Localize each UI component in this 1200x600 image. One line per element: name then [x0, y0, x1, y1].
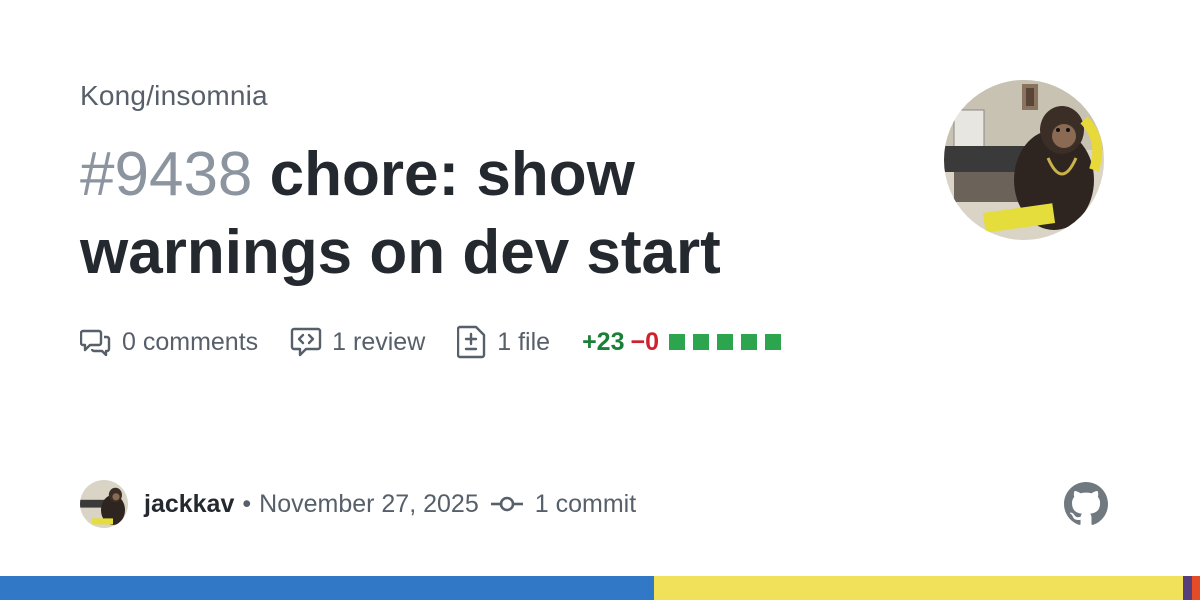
diff-block [717, 334, 734, 350]
pr-stats: 0 comments 1 review 1 file +23 −0 [80, 322, 821, 362]
diff-blocks [669, 334, 789, 350]
author-name[interactable]: jackkav [144, 490, 234, 519]
diff-block [765, 334, 782, 350]
language-segment [0, 576, 654, 600]
comments-stat[interactable]: 0 comments [80, 328, 258, 357]
separator-dot: • [242, 489, 252, 518]
git-commit-icon [490, 496, 523, 512]
language-segment [1191, 576, 1200, 600]
language-segment [1183, 576, 1192, 600]
diff-block [741, 334, 758, 350]
diff-stat: +23 −0 [582, 328, 789, 357]
pr-footer: jackkav • November 27, 2025 1 commit [80, 480, 636, 528]
reviews-count: 1 review [332, 327, 426, 356]
pr-title: #9438 chore: show warnings on dev start [80, 136, 840, 292]
code-review-icon [290, 327, 322, 357]
comment-discussion-icon [80, 329, 111, 356]
pr-number[interactable]: #9438 [80, 140, 252, 209]
additions-count: +23 [582, 327, 625, 356]
pr-date: November 27, 2025 [259, 489, 479, 518]
author-avatar-large[interactable] [944, 80, 1104, 240]
diff-block [669, 334, 686, 350]
avatar-photo-icon [944, 80, 1104, 240]
language-strip [0, 576, 1200, 600]
comments-count: 0 comments [122, 327, 259, 356]
author-avatar-small[interactable] [80, 480, 128, 528]
repo-name[interactable]: Kong/insomnia [80, 80, 268, 112]
github-mark-icon[interactable] [1064, 482, 1108, 526]
diff-block [693, 334, 710, 350]
files-stat[interactable]: 1 file [457, 325, 550, 359]
reviews-stat[interactable]: 1 review [290, 327, 425, 357]
pr-social-card: Kong/insomnia #9438 chore: show warnings… [0, 0, 1200, 600]
files-count: 1 file [497, 327, 551, 356]
file-diff-icon [457, 325, 486, 359]
language-segment [654, 576, 1184, 600]
deletions-count: −0 [630, 327, 660, 356]
commits-count[interactable]: 1 commit [535, 490, 636, 519]
avatar-photo-icon [80, 480, 128, 528]
